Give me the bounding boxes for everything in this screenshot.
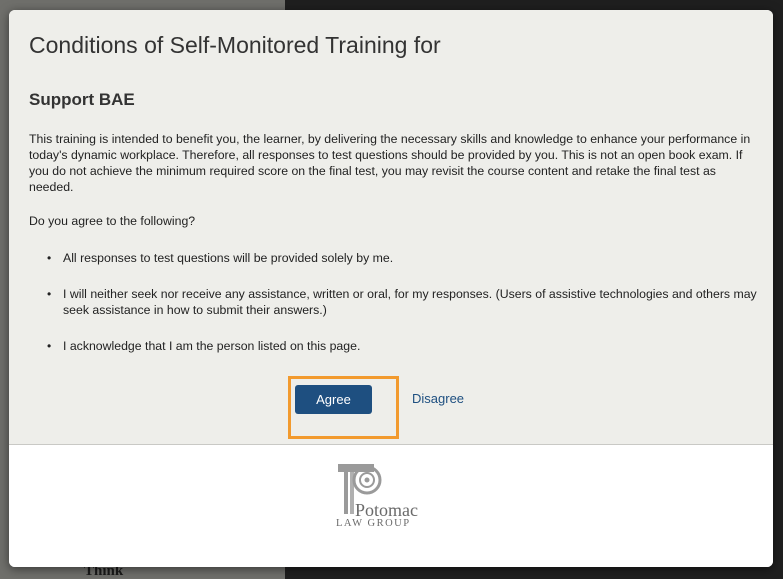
intro-text: This training is intended to benefit you…: [29, 132, 751, 194]
disagree-link[interactable]: Disagree: [412, 391, 464, 406]
condition-item: • I acknowledge that I am the person list…: [29, 338, 759, 354]
agreement-question: Do you agree to the following?: [29, 214, 196, 228]
condition-text: I acknowledge that I am the person liste…: [63, 339, 361, 353]
bullet-icon: •: [47, 287, 52, 301]
logo-subtitle: LAW GROUP: [336, 518, 411, 529]
condition-text: All responses to test questions will be …: [63, 251, 394, 265]
dialog-subtitle: Support BAE: [29, 90, 135, 109]
bullet-icon: •: [47, 339, 52, 353]
condition-text: I will neither seek nor receive any assi…: [63, 287, 757, 317]
condition-item: • All responses to test questions will be…: [29, 250, 759, 266]
conditions-list: • All responses to test questions will be…: [29, 250, 759, 374]
dialog-title: Conditions of Self-Monitored Training fo…: [29, 32, 441, 58]
dialog-body: Conditions of Self-Monitored Training fo…: [9, 10, 773, 445]
condition-item: • I will neither seek nor receive any ass…: [29, 286, 759, 318]
agree-button[interactable]: Agree: [295, 385, 372, 414]
bullet-icon: •: [47, 251, 52, 265]
